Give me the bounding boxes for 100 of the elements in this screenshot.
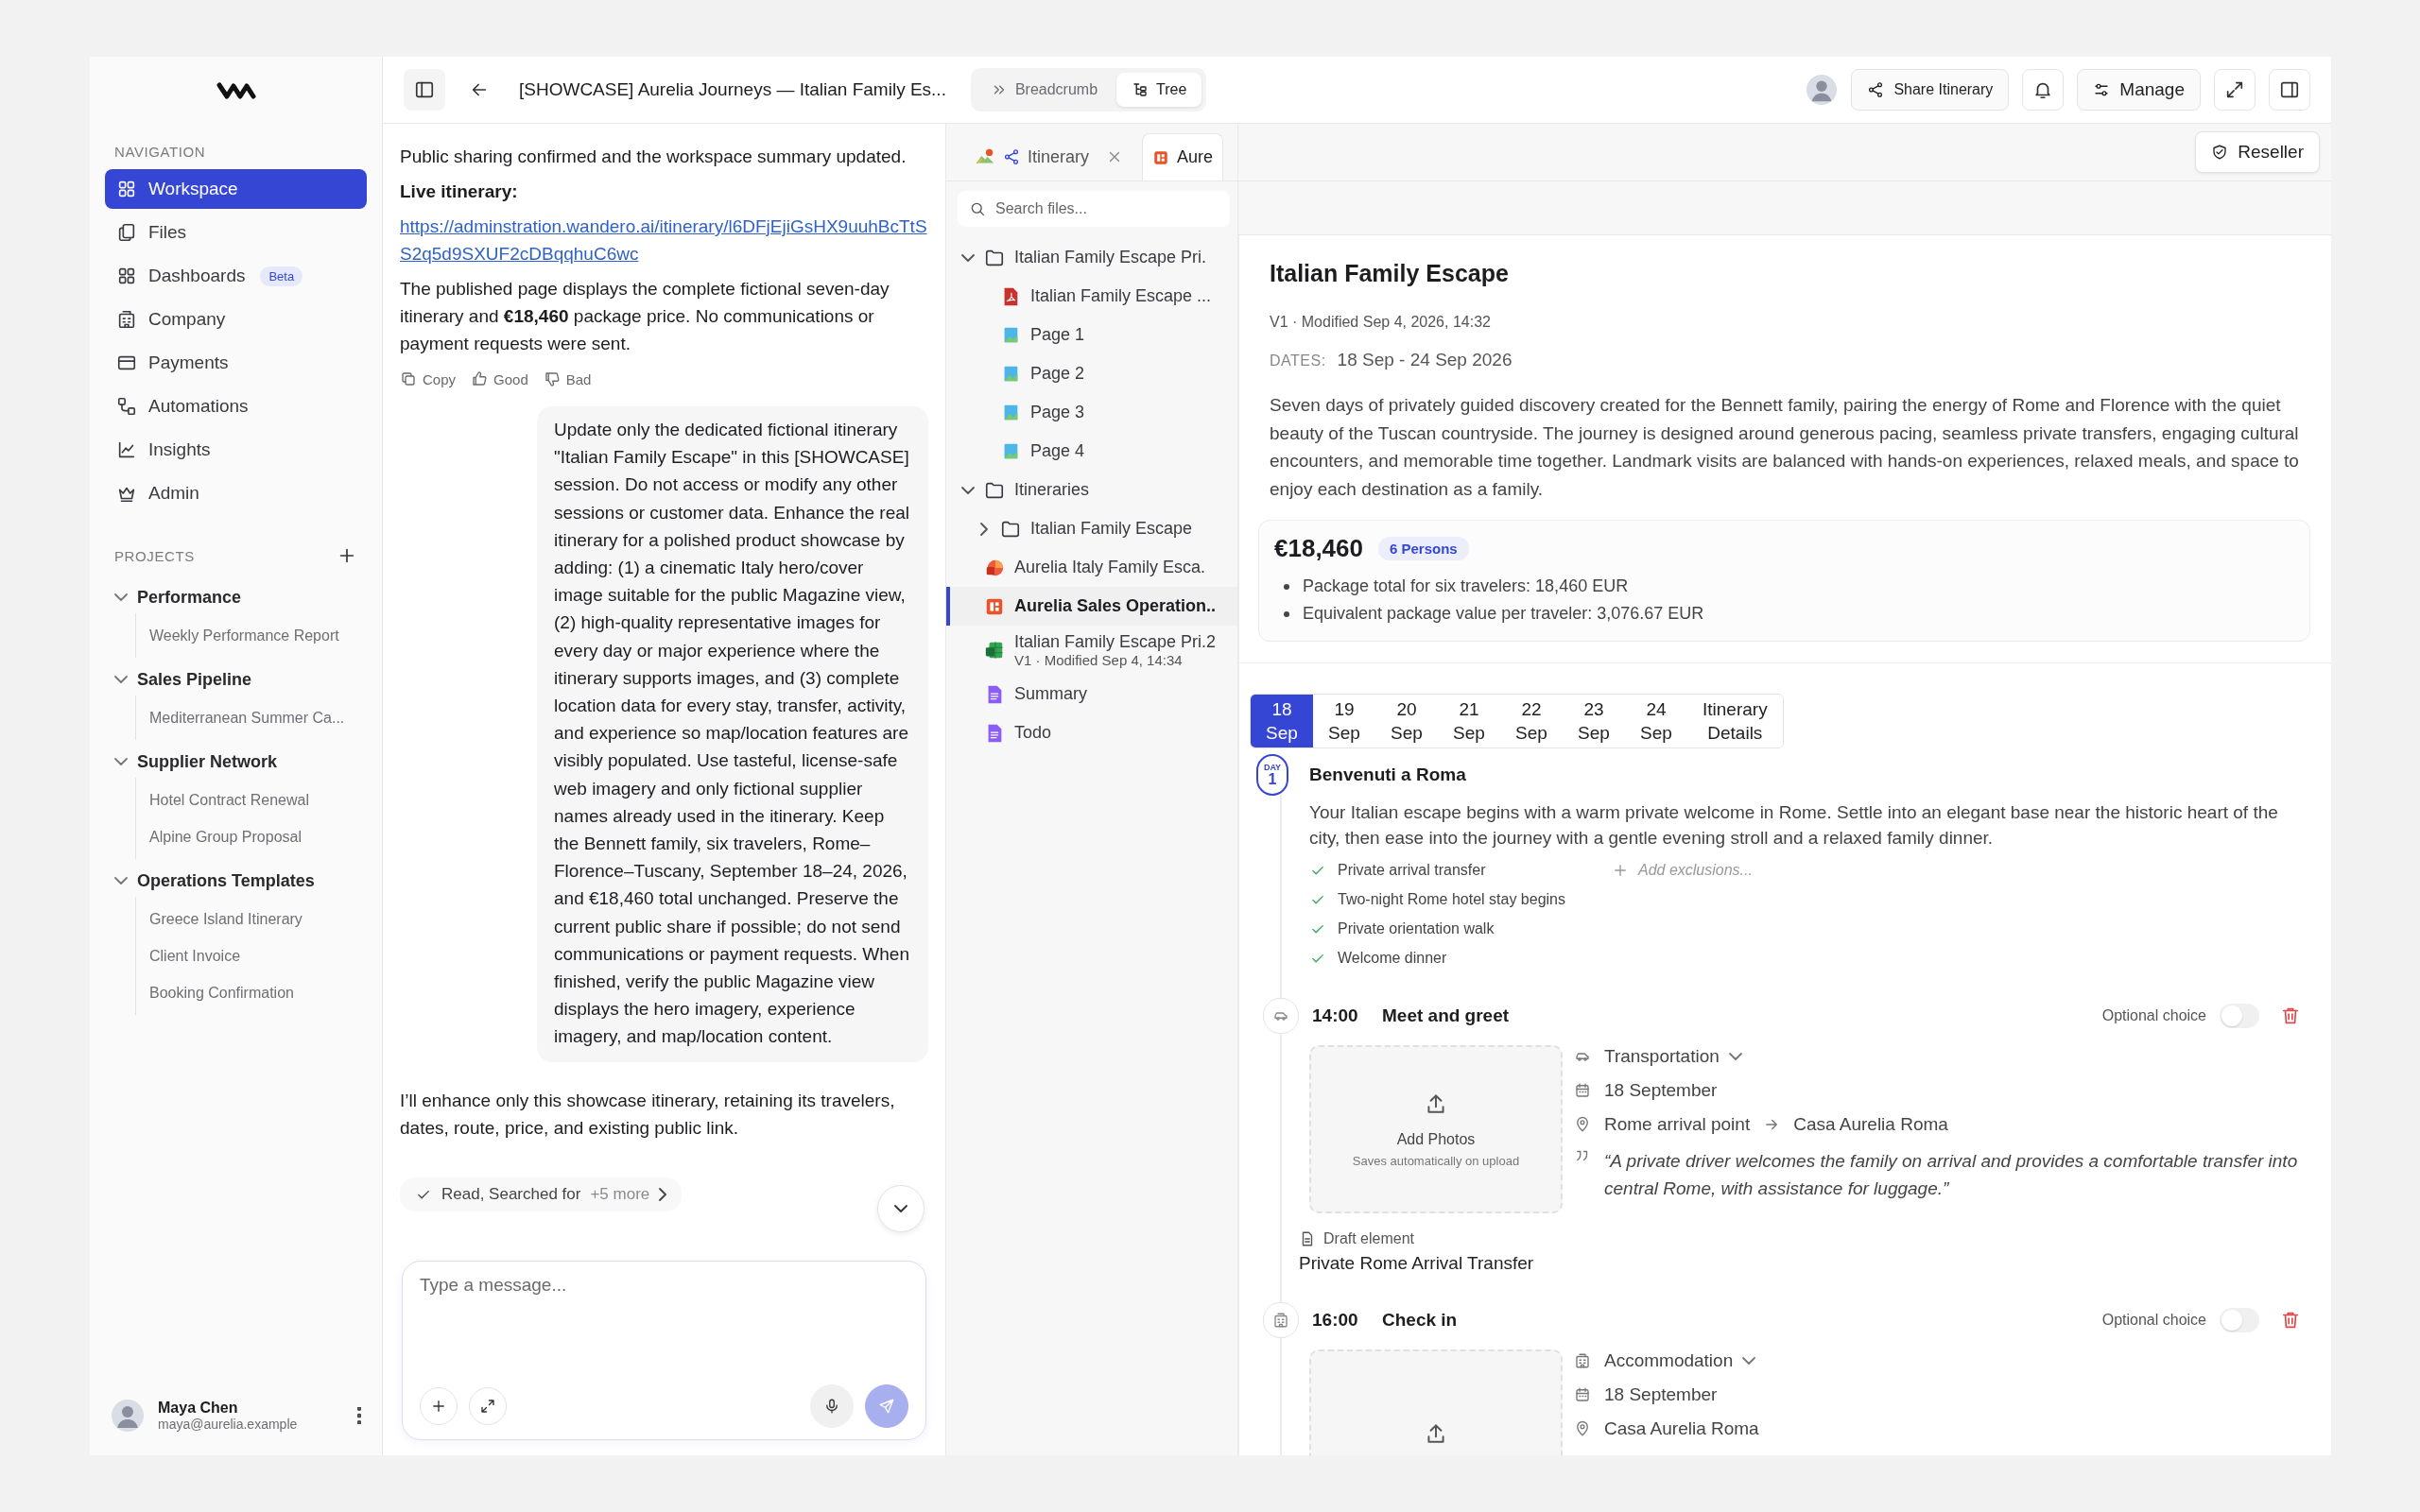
day-label: DAY bbox=[1263, 763, 1282, 772]
location-pin-icon bbox=[1574, 1116, 1591, 1133]
panel-toggle-button[interactable] bbox=[2269, 69, 2310, 111]
day-tab[interactable]: 18 Sep bbox=[1251, 695, 1313, 747]
project-item[interactable]: Greece Island Itinerary bbox=[149, 901, 367, 937]
optional-toggle[interactable] bbox=[2220, 1308, 2259, 1332]
chart-icon bbox=[116, 439, 137, 460]
category-dropdown[interactable]: Transportation bbox=[1604, 1046, 1742, 1067]
share-button[interactable]: Share Itinerary bbox=[1851, 69, 2010, 111]
version-info: V1 · Modified Sep 4, 2026, 14:32 bbox=[1270, 314, 1492, 331]
notifications-button[interactable] bbox=[2022, 69, 2065, 111]
user-name: Maya Chen bbox=[158, 1400, 239, 1417]
location-pin-icon bbox=[1574, 1420, 1591, 1437]
chevron-icon bbox=[894, 1205, 908, 1212]
delete-button[interactable] bbox=[2280, 1005, 2301, 1026]
nav-item[interactable]: Dashboards Beta bbox=[105, 256, 367, 296]
project-group[interactable]: Sales Pipeline bbox=[105, 663, 367, 696]
section-heading: NAVIGATION bbox=[114, 144, 207, 160]
session-title: [SHOWCASE] Aurelia Journeys — Italian Family Es... bbox=[519, 79, 946, 100]
nav-item[interactable]: Payments bbox=[105, 343, 367, 383]
delete-button[interactable] bbox=[2280, 1310, 2301, 1331]
expand-button[interactable] bbox=[469, 1387, 507, 1425]
bullet bbox=[1284, 583, 1289, 590]
project-item[interactable]: Client Invoice bbox=[149, 937, 367, 974]
chevron-icon bbox=[659, 1187, 667, 1201]
nav-item[interactable]: Automations bbox=[105, 387, 367, 426]
route-destination: Casa Aurelia Roma bbox=[1793, 1114, 1948, 1135]
user-message: Update only the dedicated fictional itinerary "Italian Family Escape" in this [SHOWCASE] session. Do not access or modify any other sessions or customer data. Enhance the real itinerary for a polished product showcase by adding: (1) a cinematic Italy hero/cover image suitable for the public Magazine view, (2) high-quality representative images for every day or major experience where the itinerary supports images, and (3) complete location data for every stay, transfer, activity, and experience so map/location features are visibly populated. Use tasteful, license-safe web imagery and only fictional supplier names already used in the itinerary. Keep the Bennett family, six travelers, Rome–Florence–Tuscany, September 18–24, 2026, and €18,460 total unchanged. Preserve the current public share if possible; do not send communications or payment requests. When finished, verify the public Magazine view displays the hero imagery, experience imagery, and map/location content. bbox=[537, 406, 928, 1062]
day-title: Benvenuti a Roma bbox=[1309, 765, 1466, 785]
project-item[interactable]: Booking Confirmation bbox=[149, 974, 367, 1011]
search-field[interactable]: Search files... bbox=[958, 191, 1230, 227]
itinerary-link[interactable]: https://adminstration.wandero.ai/itinerary/l6DFjEjiGsHX9uuhBcTtSS2q5d9SXUF2cDBqqhuC6wc bbox=[400, 213, 928, 267]
activity-summary[interactable]: Read, Searched for +5 more bbox=[400, 1177, 683, 1211]
building-icon bbox=[116, 309, 137, 330]
tree-item[interactable]: Italian Family Escape bbox=[946, 509, 1237, 548]
view-tab[interactable]: Tree bbox=[1116, 73, 1202, 107]
tree-item[interactable]: Page 2 bbox=[946, 354, 1237, 393]
tree-item[interactable]: Summary bbox=[946, 675, 1237, 713]
tree-item[interactable]: Page 4 bbox=[946, 432, 1237, 471]
sidebar-toggle-button[interactable] bbox=[404, 69, 445, 111]
assistant-message: Public sharing confirmed and the workspace summary updated. bbox=[400, 146, 908, 168]
message-input[interactable]: Type a message... bbox=[420, 1275, 908, 1384]
inclusion-item: Two-night Rome hotel stay begins bbox=[1338, 890, 1565, 908]
category-dropdown[interactable]: Accommodation bbox=[1604, 1350, 1756, 1371]
project-item[interactable]: Mediterranean Summer Ca... bbox=[149, 699, 367, 736]
nav-item[interactable]: Company bbox=[105, 300, 367, 339]
itinerary-title: Italian Family Escape bbox=[1270, 260, 1510, 287]
inclusion-item: Welcome dinner bbox=[1338, 949, 1447, 967]
chevron-icon bbox=[1742, 1357, 1756, 1365]
shield-icon bbox=[2211, 144, 2229, 161]
nav-item[interactable]: Insights bbox=[105, 430, 367, 470]
view-tab[interactable]: Breadcrumb bbox=[975, 73, 1114, 107]
file-tab[interactable]: Aure bbox=[1142, 133, 1224, 180]
tree-item[interactable]: Todo bbox=[946, 713, 1237, 752]
file-tab[interactable]: Itinerary bbox=[965, 133, 1133, 180]
optional-toggle[interactable] bbox=[2220, 1004, 2259, 1028]
tree-item[interactable]: Itineraries bbox=[946, 471, 1237, 509]
assistant-message: I’ll enhance only this showcase itinerary, retaining its travelers, dates, route, price, and existing public link. bbox=[400, 1089, 896, 1140]
project-group[interactable]: Performance bbox=[105, 581, 367, 613]
dates-label: DATES: bbox=[1270, 352, 1326, 369]
microphone-button[interactable] bbox=[810, 1384, 854, 1428]
search-icon bbox=[969, 200, 986, 217]
logo[interactable] bbox=[216, 79, 256, 100]
spreadsheet-icon bbox=[984, 640, 1005, 661]
grid-icon bbox=[116, 266, 137, 286]
project-item[interactable]: Weekly Performance Report bbox=[149, 617, 367, 654]
calendar-icon bbox=[1574, 1386, 1591, 1403]
tree-item[interactable]: Aurelia Italy Family Esca. bbox=[946, 548, 1237, 587]
tree-item[interactable]: Page 3 bbox=[946, 393, 1237, 432]
itinerary-description: Seven days of privately guided discovery created for the Bennett family, pairing the energy of Rome and Florence with the quiet beauty of the Tuscan countryside. The journey is designed around generous pacing, seamless private transfers, engaging cultural encounters, and memorable time together. Landmark visits are balanced with hands-on experiences, relaxed meals, and space to enjoy each destination as a family. bbox=[1270, 394, 2300, 501]
project-group[interactable]: Supplier Network bbox=[105, 746, 367, 778]
element-status: Draft element bbox=[1323, 1230, 1415, 1247]
tree-item[interactable]: Italian Family Escape Pri.2 V1 · Modified Sep 4, 14:34 bbox=[946, 626, 1237, 675]
nav-item[interactable]: Files bbox=[105, 213, 367, 252]
more-button[interactable] bbox=[357, 1407, 361, 1424]
message-field[interactable]: Type a message... bbox=[402, 1261, 926, 1440]
photo-upload-area[interactable]: Add Photos Saves automatically on upload bbox=[1309, 1045, 1563, 1213]
add-button[interactable] bbox=[420, 1387, 458, 1425]
element-quote: “A private driver welcomes the family on arrival and provides a comfortable transfer into central Rome, with assistance for luggage.” bbox=[1604, 1150, 2299, 1200]
tree-item[interactable]: Italian Family Escape Pri. bbox=[946, 238, 1237, 277]
reseller-button[interactable]: Reseller bbox=[2195, 131, 2320, 173]
project-item[interactable]: Hotel Contract Renewal bbox=[149, 782, 367, 818]
nav-item[interactable]: Workspace bbox=[105, 169, 367, 209]
copy-button[interactable]: Copy bbox=[400, 370, 457, 387]
element-name: Private Rome Arrival Transfer bbox=[1299, 1253, 1535, 1274]
project-item[interactable]: Alpine Group Proposal bbox=[149, 818, 367, 855]
manage-button[interactable]: Manage bbox=[2077, 69, 2201, 111]
project-group[interactable]: Operations Templates bbox=[105, 865, 367, 897]
expand-button[interactable] bbox=[2214, 69, 2256, 111]
flow-icon bbox=[116, 396, 137, 417]
tree-item[interactable]: Page 1 bbox=[946, 316, 1237, 354]
nav-item[interactable]: Admin bbox=[105, 473, 367, 513]
tree-item[interactable]: Aurelia Sales Operation.. bbox=[946, 587, 1237, 626]
chevron-icon bbox=[114, 676, 128, 683]
thumbs-down-icon bbox=[543, 370, 561, 387]
tree-item[interactable]: Italian Family Escape ... bbox=[946, 277, 1237, 316]
bad-button[interactable]: Bad bbox=[543, 370, 592, 387]
optional-label: Optional choice bbox=[2101, 1312, 2206, 1329]
good-button[interactable]: Good bbox=[471, 370, 528, 387]
price-note: Package total for six travelers: 18,460 EUR bbox=[1303, 576, 1629, 597]
